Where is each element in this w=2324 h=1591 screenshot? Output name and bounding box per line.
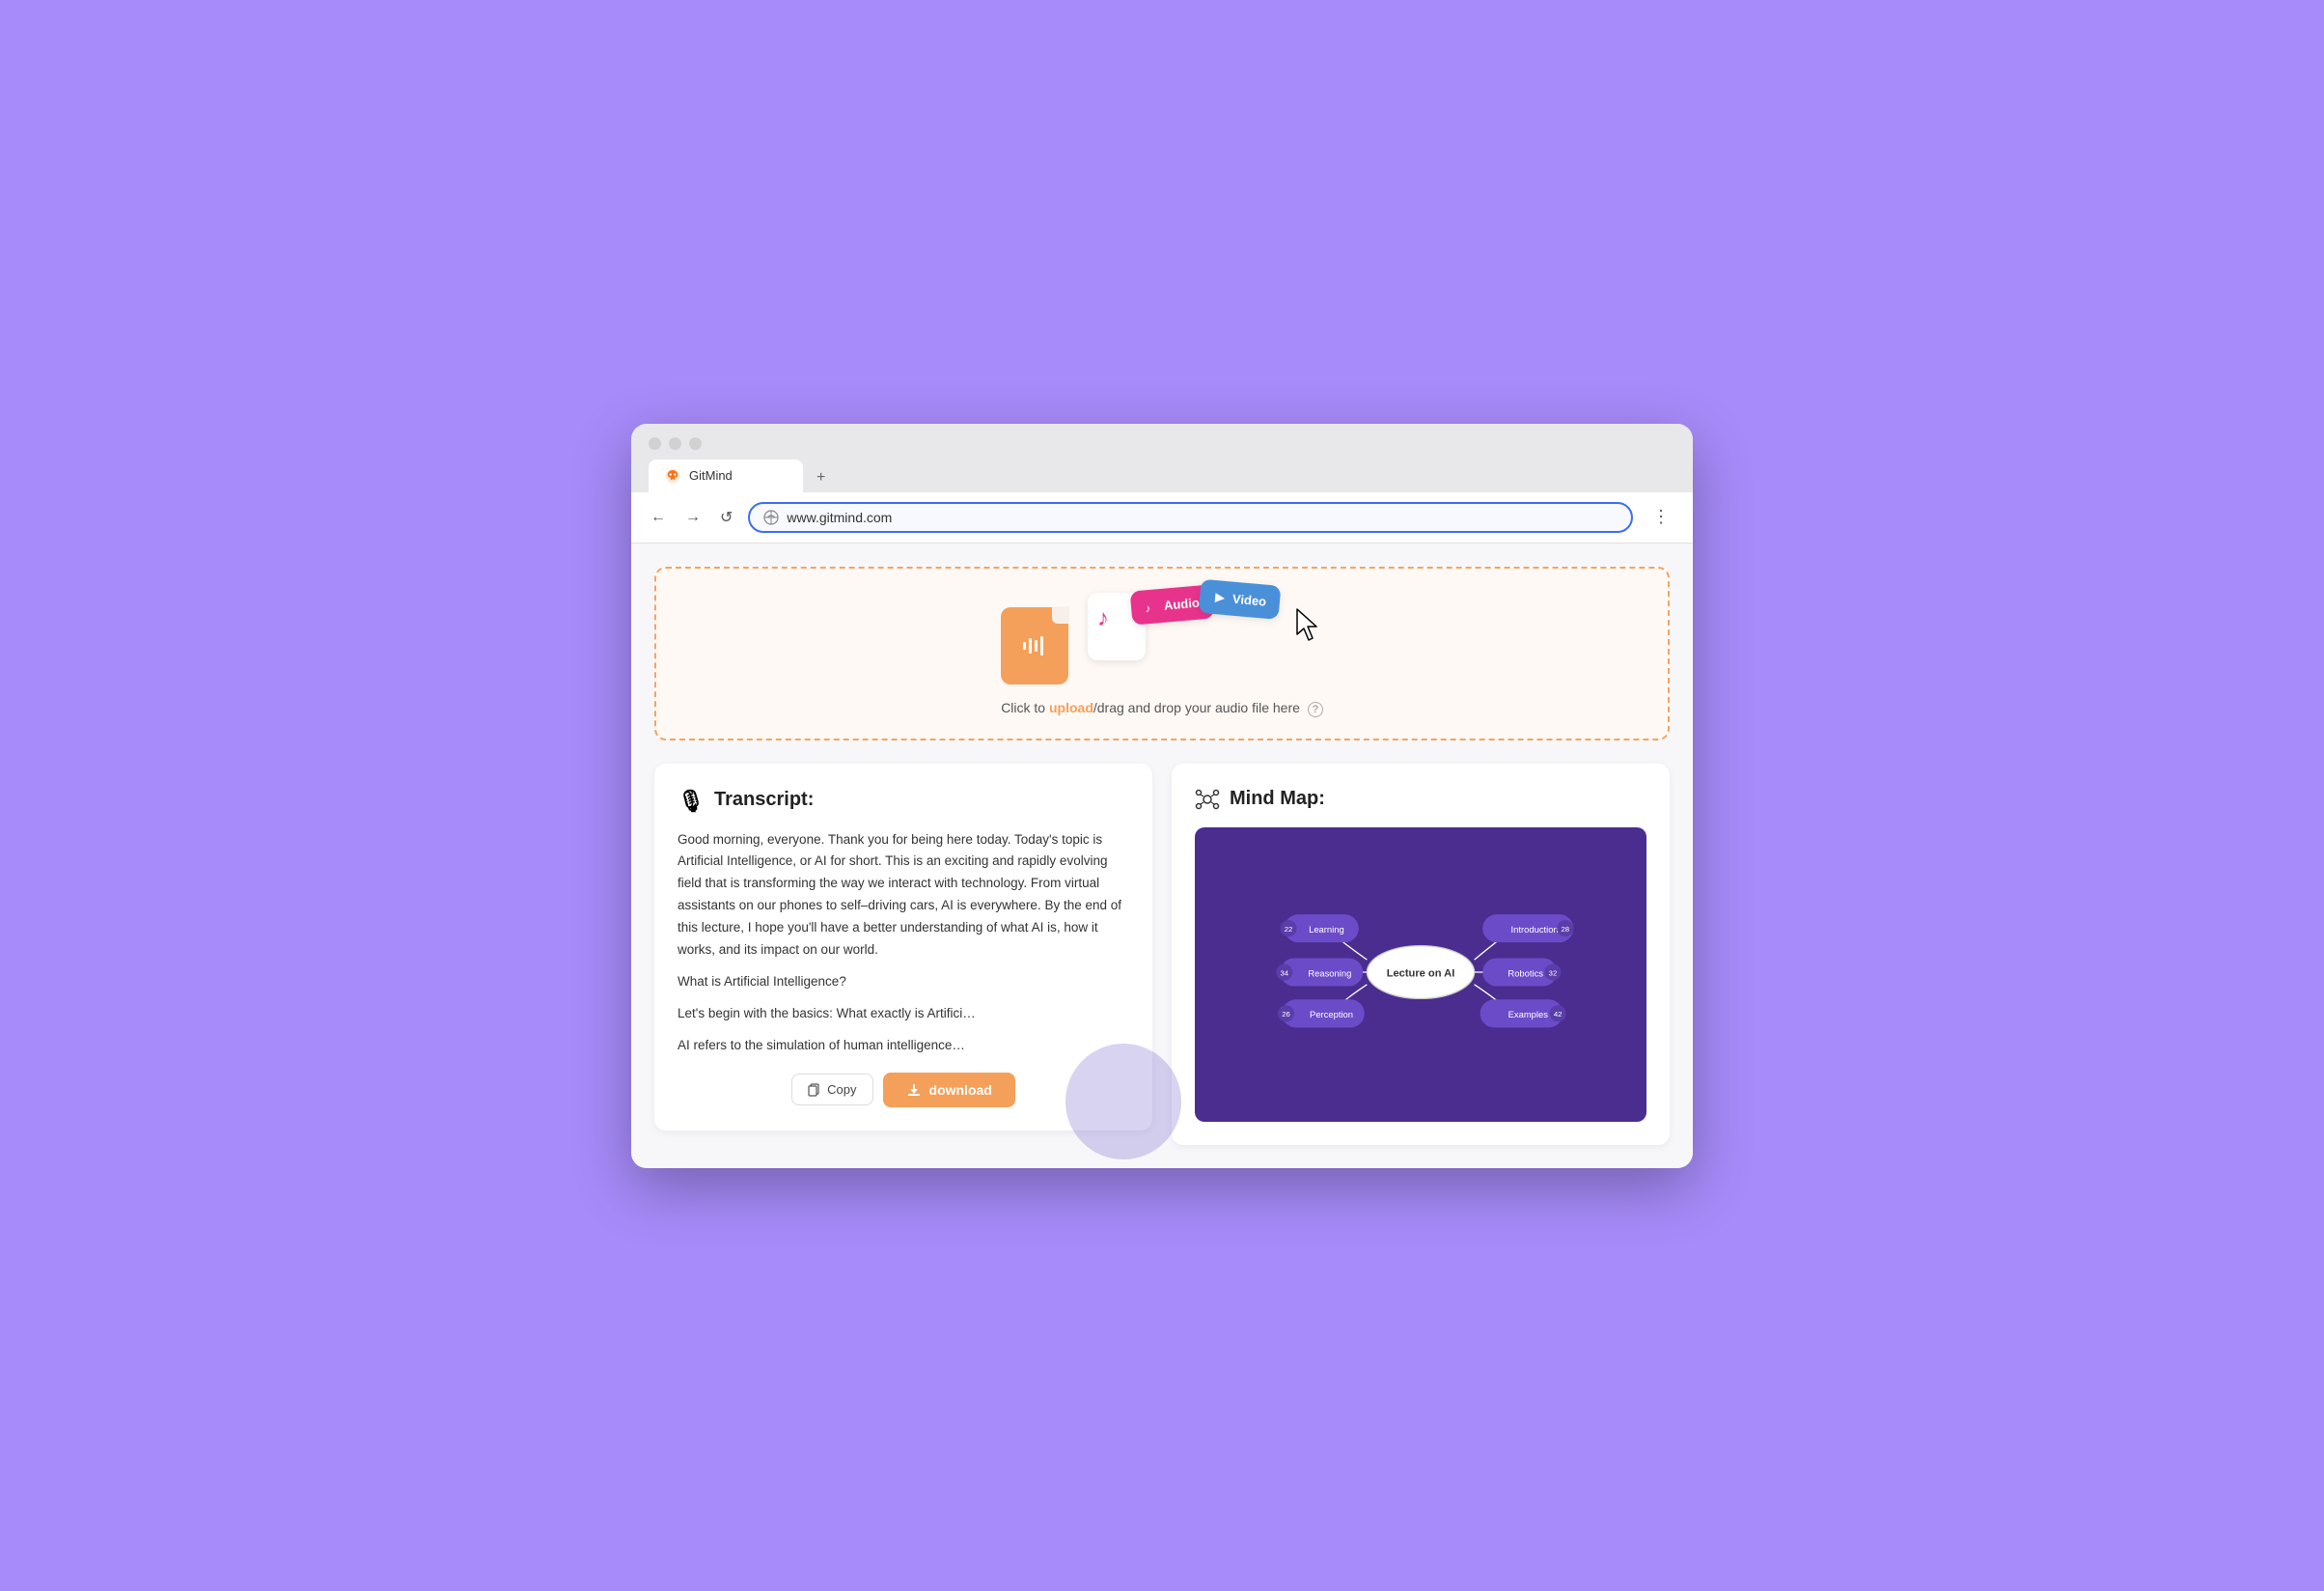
url-input[interactable]: [787, 510, 1618, 525]
mm-badge-perception-text: 26: [1282, 1010, 1290, 1019]
transcript-icon: 🎙: [678, 787, 705, 814]
transcript-para-3: Let's begin with the basics: What exactl…: [678, 1003, 1129, 1025]
download-btn-label: download: [929, 1082, 992, 1098]
upload-help-icon: ?: [1308, 702, 1323, 717]
upload-area[interactable]: ♪ ♪ Audio Video: [654, 567, 1670, 740]
upload-link[interactable]: upload: [1049, 700, 1093, 715]
upload-icons: ♪ ♪ Audio Video: [1001, 598, 1324, 684]
mm-label-introduction: Introduction: [1511, 923, 1559, 934]
mindmap-title-text: Mind Map:: [1230, 788, 1325, 810]
mindmap-center-text: Lecture on AI: [1387, 967, 1455, 979]
new-tab-button[interactable]: +: [807, 463, 835, 492]
traffic-light-minimize[interactable]: [669, 437, 681, 450]
mm-label-learning: Learning: [1309, 923, 1344, 934]
mm-badge-introduction-text: 28: [1562, 925, 1570, 934]
browser-tab-gitmind[interactable]: GitMind: [649, 460, 803, 492]
mm-badge-robotics-text: 32: [1549, 968, 1558, 977]
tab-label: GitMind: [689, 468, 733, 483]
mindmap-canvas: Lecture on AI Learning 22: [1195, 827, 1646, 1122]
svg-text:🎙: 🎙: [678, 789, 705, 813]
audio-file-icon: [1001, 607, 1068, 684]
browser-toolbar: ← → ↺ ⋮: [631, 492, 1693, 544]
mm-label-perception: Perception: [1310, 1009, 1353, 1019]
traffic-light-maximize[interactable]: [689, 437, 702, 450]
transcript-title: 🎙 Transcript:: [678, 787, 1129, 814]
browser-controls: [649, 437, 1675, 450]
copy-button[interactable]: Copy: [791, 1074, 872, 1105]
site-identity-icon: [763, 510, 779, 525]
cursor-icon: [1293, 607, 1324, 650]
copy-btn-label: Copy: [827, 1082, 856, 1097]
forward-button[interactable]: →: [681, 505, 705, 530]
mm-label-reasoning: Reasoning: [1308, 967, 1351, 978]
upload-text-pre: Click to: [1001, 700, 1049, 715]
download-icon: [906, 1082, 922, 1098]
back-button[interactable]: ←: [647, 505, 670, 530]
transcript-panel: 🎙 Transcript: Good morning, everyone. Th…: [654, 764, 1152, 1130]
video-icon: [1213, 590, 1228, 604]
video-card: Video: [1199, 578, 1282, 619]
mm-badge-reasoning-text: 34: [1280, 968, 1288, 977]
transcript-para-2: What is Artificial Intelligence?: [678, 971, 1129, 993]
transcript-para-4: AI refers to the simulation of human int…: [678, 1035, 1129, 1057]
copy-icon: [808, 1083, 821, 1097]
music-note-icon: ♪: [1097, 602, 1126, 631]
media-icons-group: ♪ ♪ Audio Video: [1088, 588, 1324, 660]
mm-badge-examples-text: 42: [1554, 1010, 1563, 1019]
waveform-icon: [1019, 630, 1050, 661]
mindmap-title: Mind Map:: [1195, 787, 1646, 812]
audio-label: Audio: [1163, 595, 1200, 612]
mindmap-panel: Mind Map: Lecture on AI: [1172, 764, 1670, 1145]
transcript-actions: Copy download: [678, 1073, 1129, 1107]
video-label: Video: [1232, 591, 1267, 608]
tab-bar: GitMind +: [649, 460, 1675, 492]
transcript-para-1: Good morning, everyone. Thank you for be…: [678, 829, 1129, 963]
upload-text-post: /drag and drop your audio file here: [1093, 700, 1300, 715]
browser-window: GitMind + ← → ↺ ⋮: [631, 424, 1693, 1168]
mm-label-examples: Examples: [1508, 1009, 1549, 1019]
upload-text: Click to upload/drag and drop your audio…: [1001, 700, 1323, 717]
svg-text:♪: ♪: [1097, 605, 1109, 631]
transcript-title-text: Transcript:: [714, 789, 814, 811]
main-panels: 🎙 Transcript: Good morning, everyone. Th…: [654, 764, 1670, 1145]
mindmap-icon: [1195, 787, 1220, 812]
mm-label-robotics: Robotics: [1508, 967, 1543, 978]
svg-text:♪: ♪: [1144, 600, 1150, 613]
transcript-body: Good morning, everyone. Thank you for be…: [678, 829, 1129, 1057]
browser-content: ♪ ♪ Audio Video: [631, 544, 1693, 1168]
address-bar[interactable]: [748, 502, 1633, 533]
browser-titlebar: GitMind +: [631, 424, 1693, 492]
music-icon: ♪: [1144, 599, 1158, 613]
browser-menu-button[interactable]: ⋮: [1645, 503, 1677, 531]
traffic-light-close[interactable]: [649, 437, 661, 450]
mindmap-svg: Lecture on AI Learning 22: [1214, 847, 1627, 1098]
download-button[interactable]: download: [883, 1073, 1015, 1107]
mouse-cursor-icon: [1293, 607, 1324, 642]
mm-badge-learning-text: 22: [1285, 925, 1293, 934]
gitmind-logo-icon: [664, 467, 681, 485]
refresh-button[interactable]: ↺: [716, 504, 736, 531]
